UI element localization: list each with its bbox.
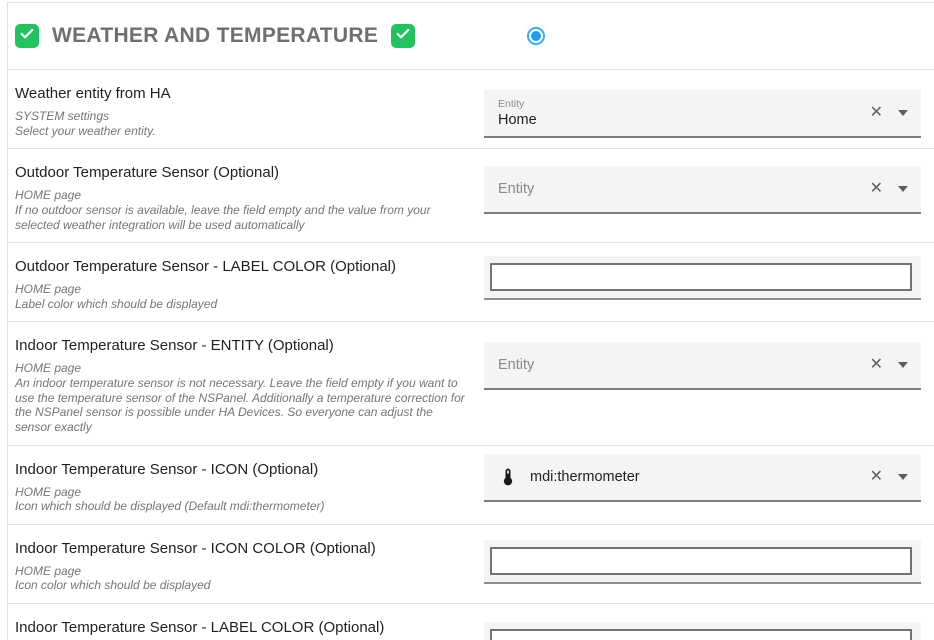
setting-title: Indoor Temperature Sensor - LABEL COLOR … xyxy=(15,619,470,636)
select-label: Entity xyxy=(498,98,870,110)
setting-text: Indoor Temperature Sensor - ICON COLOR (… xyxy=(8,525,484,603)
setting-title: Outdoor Temperature Sensor (Optional) xyxy=(15,164,470,181)
setting-text: Outdoor Temperature Sensor - LABEL COLOR… xyxy=(8,243,484,321)
section-title: WEATHER AND TEMPERATURE xyxy=(52,24,378,48)
select-value: Home xyxy=(498,112,870,128)
setting-context: HOME page xyxy=(15,564,470,579)
setting-title: Indoor Temperature Sensor - ICON (Option… xyxy=(15,461,470,478)
setting-title: Weather entity from HA xyxy=(15,85,470,102)
chevron-down-icon[interactable] xyxy=(898,474,908,480)
setting-description: Icon color which should be displayed xyxy=(15,578,470,593)
settings-row-outdoor-temp-entity: Outdoor Temperature Sensor (Optional) HO… xyxy=(8,149,934,243)
setting-description: Label color which should be displayed xyxy=(15,297,470,312)
check-icon xyxy=(395,26,411,47)
setting-description: An indoor temperature sensor is not nece… xyxy=(15,376,470,435)
settings-row-indoor-icon-color: Indoor Temperature Sensor - ICON COLOR (… xyxy=(8,525,934,604)
indoor-temp-icon-select[interactable]: mdi:thermometer ✕ xyxy=(484,454,921,502)
clear-icon[interactable]: ✕ xyxy=(870,181,883,197)
section-radio-button[interactable] xyxy=(527,27,545,45)
setting-title: Indoor Temperature Sensor - ENTITY (Opti… xyxy=(15,337,470,354)
section-header: WEATHER AND TEMPERATURE xyxy=(8,3,934,70)
setting-description: Icon which should be displayed (Default … xyxy=(15,499,470,514)
input-container xyxy=(484,540,921,584)
select-value: mdi:thermometer xyxy=(530,469,640,485)
setting-text: Weather entity from HA SYSTEM settings S… xyxy=(8,70,484,148)
outdoor-temp-entity-select[interactable]: Entity ✕ xyxy=(484,166,921,214)
chevron-down-icon[interactable] xyxy=(898,186,908,192)
section-secondary-checkbox[interactable] xyxy=(391,24,415,48)
setting-title: Outdoor Temperature Sensor - LABEL COLOR… xyxy=(15,258,470,275)
setting-context: HOME page xyxy=(15,361,470,376)
setting-description: Select your weather entity. xyxy=(15,124,470,139)
select-placeholder: Entity xyxy=(498,181,870,197)
clear-icon[interactable]: ✕ xyxy=(870,357,883,373)
clear-icon[interactable]: ✕ xyxy=(870,469,883,485)
setting-context: HOME page xyxy=(15,188,470,203)
radio-selected-dot xyxy=(531,31,541,41)
settings-row-outdoor-label-color: Outdoor Temperature Sensor - LABEL COLOR… xyxy=(8,243,934,322)
setting-text: Indoor Temperature Sensor - ENTITY (Opti… xyxy=(8,322,484,444)
check-icon xyxy=(19,26,35,47)
indoor-icon-color-input[interactable] xyxy=(490,547,912,575)
input-container xyxy=(484,622,921,640)
settings-row-weather-entity: Weather entity from HA SYSTEM settings S… xyxy=(8,70,934,149)
settings-row-indoor-temp-entity: Indoor Temperature Sensor - ENTITY (Opti… xyxy=(8,322,934,445)
setting-text: Indoor Temperature Sensor - LABEL COLOR … xyxy=(8,604,484,640)
clear-icon[interactable]: ✕ xyxy=(870,105,883,121)
setting-text: Outdoor Temperature Sensor (Optional) HO… xyxy=(8,149,484,242)
settings-row-indoor-label-color: Indoor Temperature Sensor - LABEL COLOR … xyxy=(8,604,934,640)
weather-entity-select[interactable]: Entity Home ✕ xyxy=(484,90,921,138)
outdoor-label-color-input[interactable] xyxy=(490,263,912,291)
select-placeholder: Entity xyxy=(498,357,870,373)
setting-context: HOME page xyxy=(15,282,470,297)
setting-description: If no outdoor sensor is available, leave… xyxy=(15,203,470,232)
input-container xyxy=(484,256,921,300)
indoor-temp-entity-select[interactable]: Entity ✕ xyxy=(484,342,921,390)
setting-text: Indoor Temperature Sensor - ICON (Option… xyxy=(8,446,484,524)
indoor-label-color-input[interactable] xyxy=(490,629,912,640)
setting-context: HOME page xyxy=(15,485,470,500)
settings-row-indoor-icon: Indoor Temperature Sensor - ICON (Option… xyxy=(8,446,934,525)
settings-panel: WEATHER AND TEMPERATURE Weather entity f… xyxy=(7,2,934,640)
setting-title: Indoor Temperature Sensor - ICON COLOR (… xyxy=(15,540,470,557)
section-enable-checkbox[interactable] xyxy=(15,24,39,48)
thermometer-icon xyxy=(498,467,518,487)
chevron-down-icon[interactable] xyxy=(898,362,908,368)
setting-context: SYSTEM settings xyxy=(15,109,470,124)
chevron-down-icon[interactable] xyxy=(898,110,908,116)
